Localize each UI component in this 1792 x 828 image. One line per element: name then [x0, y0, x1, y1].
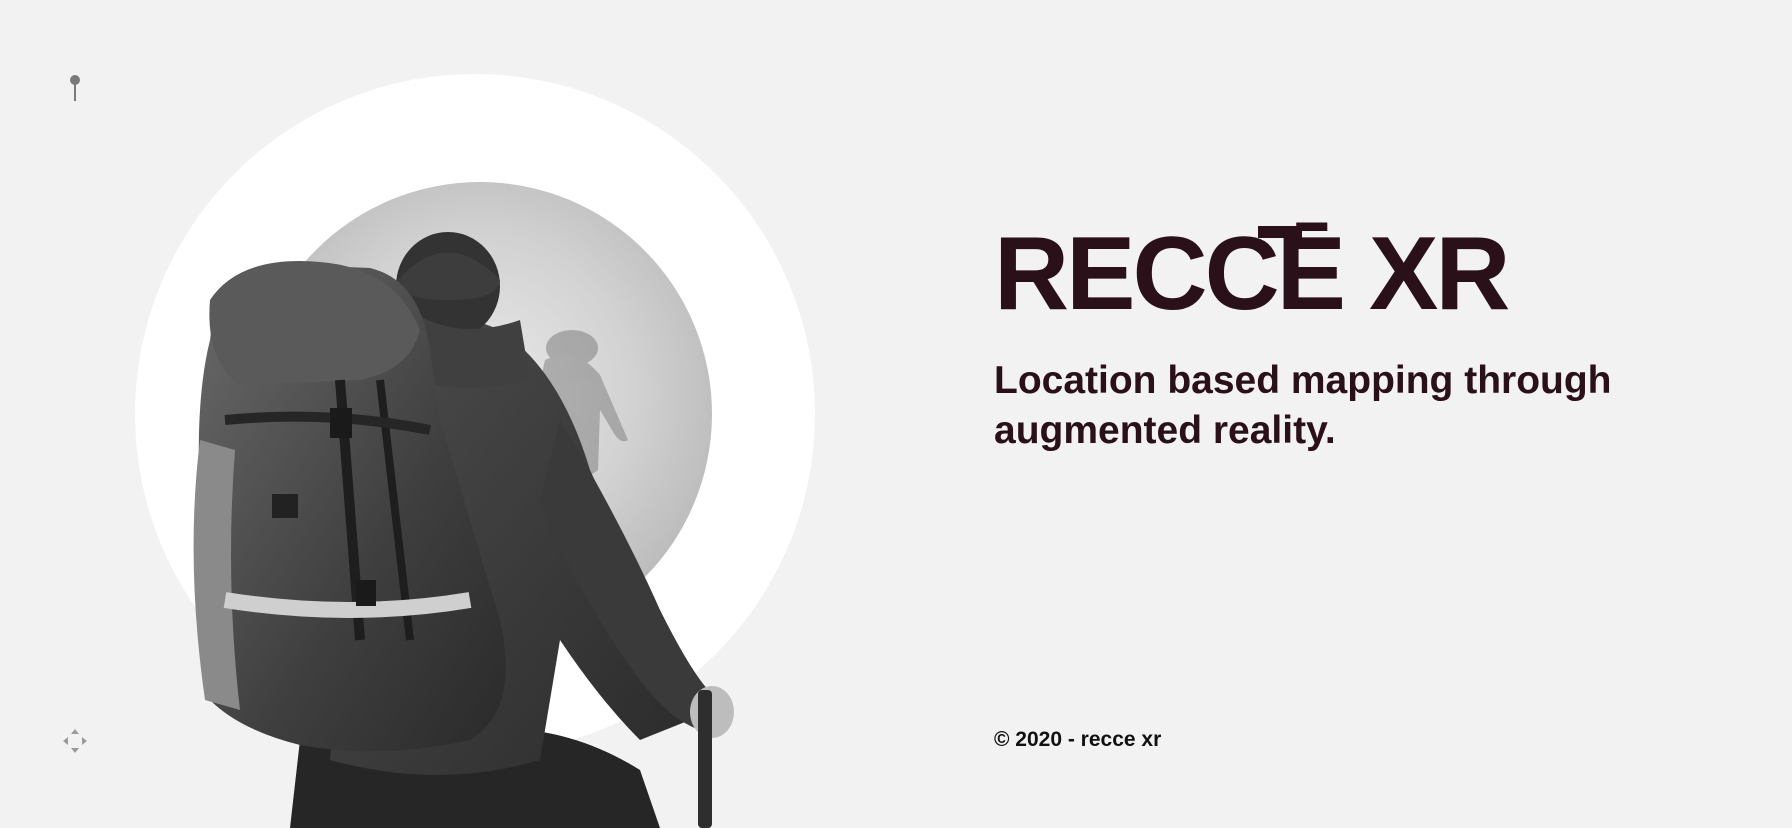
logo-text: RECCĒ XR — [994, 216, 1510, 332]
copyright-text: © 2020 - recce xr — [994, 728, 1162, 751]
brand-logo[interactable]: RECCĒ XR — [994, 222, 1510, 334]
hero-image — [135, 74, 815, 828]
move-arrows-icon[interactable] — [62, 728, 88, 754]
map-pin-icon[interactable] — [68, 74, 82, 102]
landing-page: RECCĒ XR Location based mapping through … — [0, 0, 1792, 828]
hero-tagline: Location based mapping through augmented… — [994, 359, 1612, 452]
